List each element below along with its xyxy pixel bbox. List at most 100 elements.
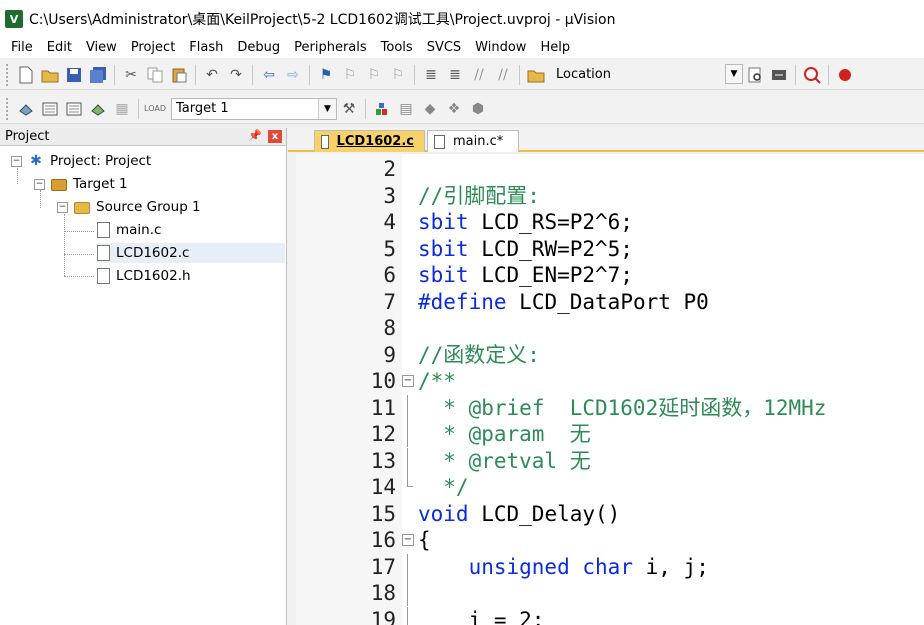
toolbar-separator xyxy=(519,64,520,85)
location-combo[interactable]: Location ▼ xyxy=(548,63,743,86)
stop-build-icon[interactable]: ▦ xyxy=(111,98,133,120)
tree-item-file[interactable]: main.c xyxy=(97,220,161,240)
file-icon xyxy=(97,268,110,284)
tree-line xyxy=(64,214,65,276)
menu-tools[interactable]: Tools xyxy=(374,39,420,57)
start-debug-icon[interactable] xyxy=(801,64,823,86)
toolbar-grip[interactable] xyxy=(6,63,10,86)
tab-lcd1602-c[interactable]: LCD1602.c xyxy=(314,130,425,152)
copy-icon[interactable] xyxy=(144,64,166,86)
save-all-icon[interactable] xyxy=(87,64,109,86)
menu-peripherals[interactable]: Peripherals xyxy=(287,39,374,57)
tree-line xyxy=(64,254,94,255)
bookmark-clear-icon[interactable]: ⚐ xyxy=(387,64,409,86)
download-load-icon[interactable]: LOAD xyxy=(144,98,166,120)
tab-main-c[interactable]: main.c* xyxy=(427,130,519,152)
menu-debug[interactable]: Debug xyxy=(230,39,287,57)
menu-file[interactable]: File xyxy=(4,39,40,57)
build-icon[interactable] xyxy=(39,98,61,120)
navigate-forward-icon[interactable]: ⇨ xyxy=(282,64,304,86)
fold-guide xyxy=(407,447,408,474)
manage-project-items-icon[interactable] xyxy=(371,98,393,120)
target-select-value: Target 1 xyxy=(176,101,229,116)
code-line: 19 i = 2; xyxy=(296,606,924,625)
chevron-down-icon[interactable]: ▼ xyxy=(318,98,336,119)
navigate-back-icon[interactable]: ⇦ xyxy=(258,64,280,86)
code-text: */ xyxy=(418,475,469,499)
fold-guide xyxy=(407,553,408,580)
fold-guide xyxy=(407,606,408,625)
indent-icon[interactable]: ≣ xyxy=(420,64,442,86)
comment-icon[interactable]: // xyxy=(468,64,490,86)
translate-icon[interactable] xyxy=(15,98,37,120)
tree-item-project[interactable]: − ✱ Project: Project xyxy=(11,151,151,171)
menu-bar: File Edit View Project Flash Debug Perip… xyxy=(0,38,924,58)
tree-item-source-group[interactable]: − Source Group 1 xyxy=(57,197,201,217)
save-icon[interactable] xyxy=(63,64,85,86)
toolbar-separator xyxy=(252,64,253,85)
tree-item-file[interactable]: LCD1602.h xyxy=(97,266,191,286)
multi-project-icon[interactable]: ⬢ xyxy=(467,98,489,120)
code-line: 4 sbit LCD_RS=P2^6; xyxy=(296,209,924,235)
toolbar-grip[interactable] xyxy=(6,97,10,120)
menu-project[interactable]: Project xyxy=(124,39,182,57)
unindent-icon[interactable]: ≣ xyxy=(444,64,466,86)
fold-collapse-icon[interactable]: − xyxy=(402,534,414,546)
menu-flash[interactable]: Flash xyxy=(182,39,230,57)
line-number: 6 xyxy=(383,263,396,287)
menu-help[interactable]: Help xyxy=(533,39,577,57)
menu-view[interactable]: View xyxy=(79,39,124,57)
paste-icon[interactable] xyxy=(168,64,190,86)
close-icon[interactable]: x xyxy=(268,130,282,143)
find-in-files-icon[interactable] xyxy=(525,64,547,86)
redo-icon[interactable]: ↷ xyxy=(225,64,247,86)
location-label: Location xyxy=(556,67,611,82)
menu-edit[interactable]: Edit xyxy=(40,39,79,57)
bookmark-next-icon[interactable]: ⚐ xyxy=(363,64,385,86)
project-panel-title: Project xyxy=(5,129,50,144)
line-number: 10 xyxy=(370,369,396,393)
tree-label-project: Project: Project xyxy=(50,153,152,169)
code-text: //函数定义: xyxy=(418,342,540,367)
menu-svcs[interactable]: SVCS xyxy=(420,39,468,57)
batch-build-icon[interactable] xyxy=(87,98,109,120)
line-number: 4 xyxy=(383,210,396,234)
menu-window[interactable]: Window xyxy=(468,39,533,57)
collapse-icon[interactable]: − xyxy=(11,155,22,167)
code-line: 15 void LCD_Delay() xyxy=(296,501,924,527)
find-icon[interactable] xyxy=(744,64,766,86)
tree-label-file: main.c xyxy=(116,222,162,238)
undo-icon[interactable]: ↶ xyxy=(201,64,223,86)
uncomment-icon[interactable]: // xyxy=(492,64,514,86)
code-text: i = 2; xyxy=(468,607,545,625)
bookmark-insert-icon[interactable]: ⚑ xyxy=(315,64,337,86)
pack-installer-icon[interactable]: ❖ xyxy=(443,98,465,120)
collapse-icon[interactable]: − xyxy=(57,201,68,213)
target-options-icon[interactable]: ⚒ xyxy=(338,98,360,120)
new-file-icon[interactable] xyxy=(15,64,37,86)
tree-item-file[interactable]: LCD1602.c xyxy=(97,243,285,263)
cut-icon[interactable]: ✂ xyxy=(120,64,142,86)
code-editor[interactable]: 2 3 //引脚配置: 4 sbit LCD_RS=P2^6; 5 sbit LCD_RW=… xyxy=(296,154,924,625)
code-text: sbit LCD_EN=P2^7; xyxy=(418,263,633,287)
manage-run-time-icon[interactable]: ◆ xyxy=(419,98,441,120)
toolbar-separator xyxy=(195,64,196,85)
open-folder-icon[interactable] xyxy=(39,64,61,86)
build-toolbar: ▦ LOAD Target 1 ▼ ⚒ ▤ ◆ ❖ ⬢ xyxy=(0,94,924,124)
fold-collapse-icon[interactable]: − xyxy=(402,375,414,387)
pin-icon[interactable]: 📌 xyxy=(248,129,262,142)
incremental-find-icon[interactable] xyxy=(768,64,790,86)
chevron-down-icon[interactable]: ▼ xyxy=(725,63,743,84)
select-packs-icon[interactable]: ▤ xyxy=(395,98,417,120)
target-select[interactable]: Target 1 ▼ xyxy=(171,97,337,120)
project-panel-header: Project 📌 x xyxy=(0,128,286,146)
code-line: 3 //引脚配置: xyxy=(296,183,924,209)
tree-item-target[interactable]: − Target 1 xyxy=(34,174,128,194)
rebuild-icon[interactable] xyxy=(63,98,85,120)
collapse-icon[interactable]: − xyxy=(34,178,45,190)
toolbar-separator xyxy=(114,64,115,85)
line-number: 9 xyxy=(383,342,396,367)
bookmark-previous-icon[interactable]: ⚐ xyxy=(339,64,361,86)
breakpoint-icon[interactable] xyxy=(834,64,856,86)
toolbar-separator xyxy=(309,64,310,85)
